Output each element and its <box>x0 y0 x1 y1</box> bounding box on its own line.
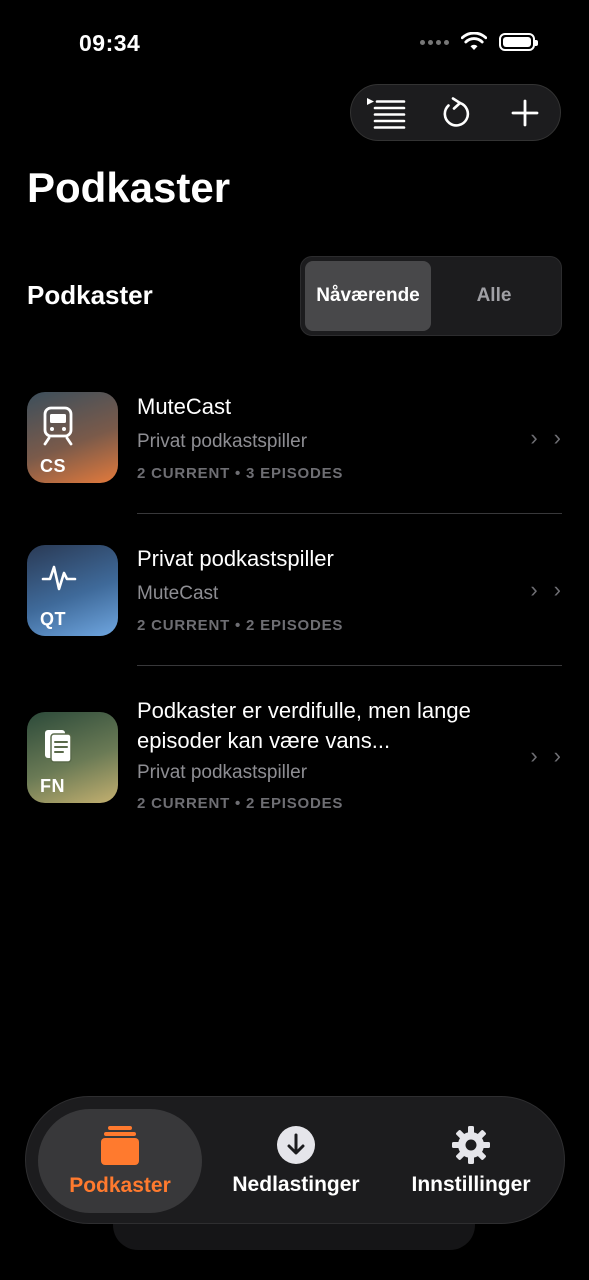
podcast-code: QT <box>40 609 66 629</box>
chevron-right-icon: › › <box>530 425 561 450</box>
podcast-subtitle: Privat podkastspiller <box>137 431 308 452</box>
stack-icon <box>101 1126 139 1165</box>
heartbeat-icon <box>41 565 77 591</box>
podcast-code: CS <box>40 456 67 476</box>
page-title: Podkaster <box>27 164 231 211</box>
podcast-list: CS MuteCast Privat podkastspiller 2 CURR… <box>0 370 589 846</box>
tab-label: Nedlastinger <box>232 1173 360 1196</box>
tab-label: Podkaster <box>69 1174 171 1197</box>
podcast-meta: 2 CURRENT • 3 EPISODES <box>137 465 344 482</box>
top-toolbar <box>350 84 561 141</box>
podcast-title: Podkaster er verdifulle, men lange episo… <box>137 698 471 753</box>
podcast-row[interactable]: FN Podkaster er verdifulle, men lange ep… <box>0 666 589 846</box>
queue-button[interactable] <box>361 88 411 138</box>
refresh-button[interactable] <box>430 88 480 138</box>
tab-bar: Podkaster Nedlastinger Innstillinger <box>25 1096 565 1224</box>
cellular-signal-icon <box>420 39 449 45</box>
add-button[interactable] <box>500 88 550 138</box>
train-icon <box>43 406 73 446</box>
podcast-subtitle: Privat podkastspiller <box>137 762 308 783</box>
podcast-meta: 2 CURRENT • 2 EPISODES <box>137 617 344 634</box>
plus-icon <box>511 99 539 126</box>
download-icon <box>277 1126 315 1164</box>
podcast-meta: 2 CURRENT • 2 EPISODES <box>137 795 344 812</box>
document-icon <box>45 730 72 763</box>
podcast-subtitle: MuteCast <box>137 583 219 604</box>
podcast-row[interactable]: CS MuteCast Privat podkastspiller 2 CURR… <box>0 370 589 514</box>
podcast-row[interactable]: QT Privat podkastspiller MuteCast 2 CURR… <box>0 514 589 666</box>
chevron-right-icon: › › <box>530 743 561 768</box>
segment-current[interactable]: Nåværende <box>305 261 431 331</box>
tab-settings[interactable]: Innstillinger <box>396 1109 546 1213</box>
section-label: Podkaster <box>27 280 153 310</box>
podcast-artwork: FN <box>27 712 118 803</box>
podcast-code: FN <box>40 776 65 796</box>
segment-all[interactable]: Alle <box>431 261 557 331</box>
status-indicators <box>420 32 538 52</box>
chevron-right-icon: › › <box>530 577 561 602</box>
tab-downloads[interactable]: Nedlastinger <box>216 1109 376 1213</box>
battery-icon <box>499 33 538 51</box>
list-queue-icon <box>366 97 406 129</box>
wifi-icon <box>461 32 487 50</box>
podcast-artwork: QT <box>27 545 118 636</box>
tab-label: Innstillinger <box>411 1173 531 1196</box>
podcast-title: Privat podkastspiller <box>137 546 334 571</box>
podcast-title: MuteCast <box>137 394 232 419</box>
tab-podcasts[interactable]: Podkaster <box>38 1109 202 1213</box>
podcast-artwork: CS <box>27 392 118 483</box>
refresh-icon <box>444 96 470 127</box>
status-time: 09:34 <box>79 30 141 56</box>
gear-icon <box>452 1126 490 1164</box>
filter-segmented-control: Nåværende Alle <box>300 256 562 336</box>
